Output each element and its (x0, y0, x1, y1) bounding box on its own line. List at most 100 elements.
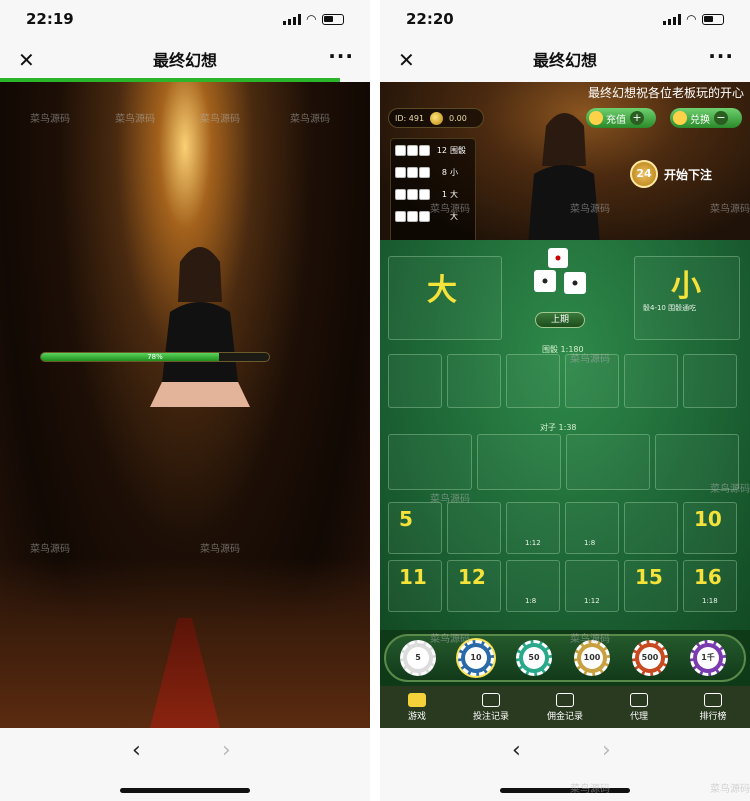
watermark: 菜鸟源码 (710, 784, 750, 795)
bet-cell-number[interactable]: 1:12 (565, 560, 619, 612)
loading-percent: 78% (147, 353, 163, 361)
watermark: 菜鸟源码 (570, 784, 610, 795)
status-bar: 22:19 ◠ (0, 0, 370, 38)
bet-odds: 1:12 (525, 539, 541, 547)
close-icon[interactable]: ✕ (18, 48, 35, 72)
bet-cell-number[interactable]: 15 (624, 560, 678, 612)
tab-game[interactable]: 游戏 (380, 686, 454, 728)
chip-3[interactable]: 100 (574, 640, 610, 676)
chip-value: 10 (465, 647, 487, 669)
browser-bottom-bar: ‹ › (0, 728, 370, 801)
wifi-icon: ◠ (306, 12, 316, 26)
watermark: 菜鸟源码 (570, 204, 610, 215)
bet-cell-number[interactable] (624, 502, 678, 554)
pencil-icon (482, 692, 500, 707)
status-time: 22:19 (26, 10, 74, 28)
status-bar: 22:20 ◠ (380, 0, 750, 38)
tab-leaderboard[interactable]: 排行榜 (676, 686, 750, 728)
tab-agent[interactable]: 代理 (602, 686, 676, 728)
minus-icon: − (714, 111, 728, 125)
countdown-timer: 24 (630, 160, 658, 188)
bet-cell-big[interactable]: 大 (388, 256, 502, 340)
watermark: 菜鸟源码 (570, 354, 610, 365)
nav-bar: ✕ 最终幻想 ··· (0, 38, 370, 80)
chip-value: 100 (581, 647, 603, 669)
start-bet-label: 开始下注 (664, 168, 713, 182)
battery-icon (702, 13, 724, 25)
forward-arrow-icon[interactable]: › (602, 738, 611, 763)
watermark: 菜鸟源码 (570, 634, 610, 645)
battery-icon (322, 13, 344, 25)
plus-icon: + (630, 111, 644, 125)
marquee-ticker: 最终幻想祝各位老板玩的开心 (587, 86, 744, 100)
exchange-button[interactable]: 兑换 − (670, 108, 742, 128)
more-icon[interactable]: ··· (708, 44, 734, 68)
bet-cell-number[interactable] (447, 502, 501, 554)
tab-commission-records[interactable]: 佣金记录 (528, 686, 602, 728)
watermark: 菜鸟源码 (430, 494, 470, 505)
signal-icon (662, 13, 681, 25)
bet-odds: 1:12 (584, 597, 600, 605)
bet-cell-triple[interactable] (506, 354, 560, 408)
tab-bet-records[interactable]: 投注记录 (454, 686, 528, 728)
bet-cell-triple[interactable] (683, 354, 737, 408)
chip-value: 5 (407, 647, 429, 669)
game-tab-bar: 游戏 投注记录 佣金记录 代理 排行榜 (380, 686, 750, 728)
watermark: 菜鸟源码 (710, 204, 750, 215)
bet-cell-number[interactable]: 1:8 (565, 502, 619, 554)
chip-4[interactable]: 500 (632, 640, 668, 676)
bet-cell-number[interactable]: 16 1:18 (683, 560, 737, 612)
dealer-image (150, 247, 250, 407)
bet-cell-small[interactable]: 小 骰4-10 围骰通吃 (634, 256, 740, 340)
bet-cell-pair[interactable] (566, 434, 650, 490)
bet-cell-triple[interactable] (624, 354, 678, 408)
screen-divider (370, 0, 380, 801)
bet-cell-number[interactable]: 10 (683, 502, 737, 554)
bet-cell-pair[interactable] (388, 434, 472, 490)
bet-cell-triple[interactable] (388, 354, 442, 408)
coin-icon (430, 111, 444, 125)
screenshot-stage: 22:19 ◠ ✕ 最终幻想 ··· 78% ‹ › 22:20 ◠ ✕ 最终幻… (0, 0, 750, 801)
bet-cell-number[interactable]: 1:12 (506, 502, 560, 554)
watermark: 菜鸟源码 (115, 114, 155, 125)
chip-2[interactable]: 50 (516, 640, 552, 676)
bet-cell-triple[interactable] (447, 354, 501, 408)
home-indicator (120, 788, 250, 793)
back-arrow-icon[interactable]: ‹ (132, 738, 141, 763)
exchange-label: 兑换 (690, 114, 710, 126)
bet-cell-number[interactable]: 11 (388, 560, 442, 612)
browser-bottom-bar: ‹ › (380, 728, 750, 801)
signal-icon (282, 13, 301, 25)
money-bag-icon (556, 692, 574, 707)
gamepad-icon (408, 692, 426, 707)
dice-icons (395, 188, 430, 200)
home-indicator (500, 788, 630, 793)
more-icon[interactable]: ··· (328, 44, 354, 68)
chip-1[interactable]: 10 (458, 640, 494, 676)
pair-odds-label: 对子 1:38 (540, 423, 577, 432)
status-icons: ◠ (662, 12, 724, 26)
chip-5[interactable]: 1千 (690, 640, 726, 676)
close-icon[interactable]: ✕ (398, 48, 415, 72)
chip-0[interactable]: 5 (400, 640, 436, 676)
back-arrow-icon[interactable]: ‹ (512, 738, 521, 763)
right-phone-screen: 22:20 ◠ ✕ 最终幻想 ··· 最终幻想祝各位老板玩的开心 ID: 491… (380, 0, 750, 801)
account-box: ID: 491 0.00 (388, 108, 484, 128)
nav-bar: ✕ 最终幻想 ··· (380, 38, 750, 80)
bet-cell-number[interactable]: 12 (447, 560, 501, 612)
last-round-button[interactable]: 上期 (535, 312, 585, 328)
watermark: 菜鸟源码 (710, 484, 750, 495)
loading-background: 78% (0, 82, 370, 728)
bet-cell-pair[interactable] (477, 434, 561, 490)
history-row: 8 小 (391, 161, 475, 183)
bet-cell-number[interactable]: 5 (388, 502, 442, 554)
dice-icons (395, 166, 430, 178)
history-panel: 12 围骰 8 小 1 大 大 (390, 138, 476, 246)
forward-arrow-icon[interactable]: › (222, 738, 231, 763)
balance: 0.00 (449, 113, 467, 123)
watermark: 菜鸟源码 (30, 114, 70, 125)
bet-cell-number[interactable]: 1:8 (506, 560, 560, 612)
bet-odds: 1:8 (584, 539, 596, 547)
bet-number: 11 (399, 565, 427, 589)
watermark: 菜鸟源码 (30, 544, 70, 555)
